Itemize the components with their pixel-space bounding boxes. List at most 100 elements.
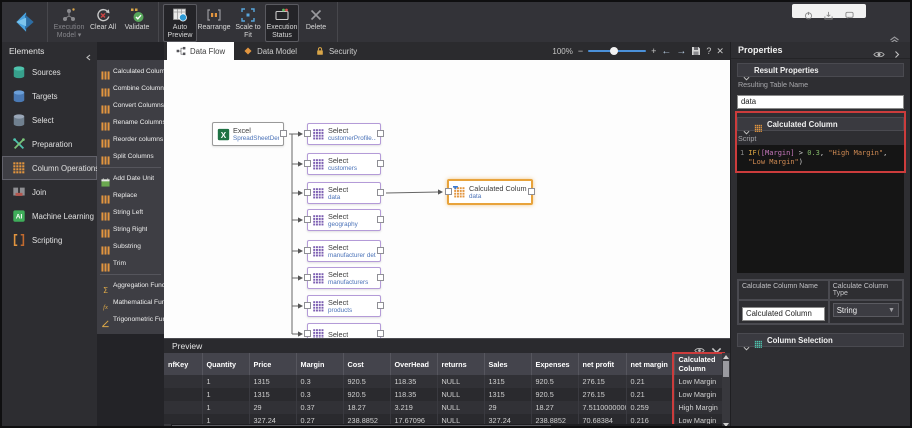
operation-item-trigonometric-functi[interactable]: Trigonometric Functi... [97,311,164,328]
preview-column-header[interactable]: Expenses [531,353,578,375]
redo-arrow-icon[interactable]: → [676,46,686,57]
flow-node-sel-customers[interactable]: Select customers [307,153,381,175]
tab-data-flow[interactable]: Data Flow [167,42,234,60]
table-row[interactable]: 113150.3920.5118.35NULL1315920.5276.150.… [164,375,725,388]
operation-item-split-columns[interactable]: Split Columns [97,148,164,165]
save-icon[interactable] [691,46,701,56]
input-port[interactable] [304,302,311,309]
sidebar-item-join[interactable]: Join [2,180,97,204]
delete-button[interactable]: Delete [299,4,333,34]
chevron-left-icon[interactable] [85,48,92,55]
operation-item-add-date-unit[interactable]: Add Date Unit [97,170,164,187]
output-port[interactable] [377,160,384,167]
operation-item-trim[interactable]: Trim [97,255,164,272]
collapse-ribbon-icon[interactable] [889,31,900,39]
preview-column-header[interactable]: nfKey [164,353,202,375]
output-port[interactable] [280,130,287,137]
zoom-out-icon[interactable]: − [578,46,583,56]
preview-column-header[interactable]: net profit [578,353,626,375]
preview-column-header[interactable]: Sales [484,353,531,375]
sidebar-item-select[interactable]: Select [2,108,97,132]
sidebar-item-preparation[interactable]: Preparation [2,132,97,156]
table-row[interactable]: 1290.3718.273.219NULL2918.277.5110000000… [164,401,725,414]
power-icon[interactable] [804,7,813,16]
export-icon[interactable] [824,7,833,16]
preview-column-header[interactable]: Quantity [202,353,249,375]
output-port[interactable] [377,302,384,309]
preview-vertical-scrollbar[interactable] [722,353,730,428]
sidebar-item-sources[interactable]: Sources [2,60,97,84]
preview-horizontal-scrollbar[interactable] [164,424,722,428]
output-port[interactable] [377,189,384,196]
operation-item-string-right[interactable]: String Right [97,221,164,238]
sidebar-item-column-operations[interactable]: Column Operations [2,156,97,180]
operation-item-convert-columns[interactable]: Convert Columns [97,97,164,114]
output-port[interactable] [377,130,384,137]
operation-item-aggregation-function[interactable]: Σ Aggregation Function [97,277,164,294]
input-port[interactable] [304,330,311,337]
scale-to-fit-button[interactable]: Scale to Fit [231,4,265,42]
flow-node-sel-manufacturer-details[interactable]: Select manufacturer deta... [307,240,381,262]
chevron-right-icon[interactable] [891,46,903,55]
execution-status-button[interactable]: Execution Status [265,4,299,42]
eye-icon[interactable] [873,46,885,55]
eye-icon[interactable] [694,342,705,351]
tab-data-model[interactable]: Data Model [234,42,306,60]
undo-arrow-icon[interactable]: ← [661,46,671,57]
input-port[interactable] [445,188,452,195]
output-port[interactable] [377,216,384,223]
flow-node-sel-geography[interactable]: Select geography [307,209,381,231]
zoom-slider[interactable] [588,47,646,55]
preview-column-header[interactable]: Margin [296,353,343,375]
help-icon[interactable]: ? [706,46,711,56]
preview-column-header[interactable]: Calculated Column [674,353,725,375]
flow-node-calc[interactable]: Calculated Column... data [447,179,533,205]
resulting-table-name-input[interactable] [737,95,904,109]
preview-column-header[interactable]: returns [437,353,484,375]
preview-column-header[interactable]: net margin [626,353,674,375]
result-properties-section[interactable]: Result Properties [737,63,904,77]
input-port[interactable] [304,274,311,281]
flow-node-sel-manufacturers[interactable]: Select manufacturers [307,267,381,289]
operation-item-replace[interactable]: Replace [97,187,164,204]
validate-button[interactable]: Validate [120,4,154,34]
close-icon[interactable]: ✕ [716,46,724,57]
output-port[interactable] [377,330,384,337]
clear-all-button[interactable]: Clear All [86,4,120,34]
chevron-down-icon[interactable] [711,342,722,351]
flow-node-sel-customerprofile[interactable]: Select customerProfile... [307,123,381,145]
calculate-column-name-input[interactable] [742,307,825,321]
flow-node-excel[interactable]: X Excel SpreadSheetDemo l... [212,122,284,146]
operation-item-string-left[interactable]: String Left [97,204,164,221]
output-port[interactable] [528,188,535,195]
input-port[interactable] [304,130,311,137]
operation-item-combine-columns[interactable]: Combine Columns [97,80,164,97]
flow-canvas[interactable]: X Excel SpreadSheetDemo l... Select cust… [164,60,730,338]
calculate-column-type-select[interactable]: String ▼ [833,303,899,317]
rearrange-button[interactable]: Rearrange [197,4,231,34]
input-port[interactable] [304,216,311,223]
column-selection-section[interactable]: Column Selection [737,333,904,347]
script-editor[interactable]: 1 IF([Margin] > 0.3, "High Margin", "Low… [737,145,904,273]
input-port[interactable] [304,247,311,254]
operation-item-mathematical-function[interactable]: fx Mathematical Function [97,294,164,311]
table-row[interactable]: 113150.3920.5118.35NULL1315920.5276.150.… [164,388,725,401]
auto-preview-button[interactable]: Auto Preview [163,4,197,42]
output-port[interactable] [377,274,384,281]
input-port[interactable] [304,160,311,167]
execution-model-button[interactable]: Execution Model ▾ [52,4,86,42]
calculated-column-section[interactable]: Calculated Column [737,117,904,131]
preview-column-header[interactable]: OverHead [390,353,437,375]
output-port[interactable] [377,247,384,254]
flow-node-sel-products[interactable]: Select products [307,295,381,317]
feedback-icon[interactable] [845,7,854,16]
operation-item-rename-columns[interactable]: Rename Columns [97,114,164,131]
operation-item-substring[interactable]: Substring [97,238,164,255]
operation-item-reorder-columns[interactable]: Reorder columns [97,131,164,148]
zoom-in-icon[interactable]: + [651,46,656,56]
preview-column-header[interactable]: Cost [343,353,390,375]
input-port[interactable] [304,189,311,196]
preview-column-header[interactable]: Price [249,353,296,375]
sidebar-item-scripting[interactable]: Scripting [2,228,97,252]
flow-node-sel-data[interactable]: Select data [307,182,381,204]
